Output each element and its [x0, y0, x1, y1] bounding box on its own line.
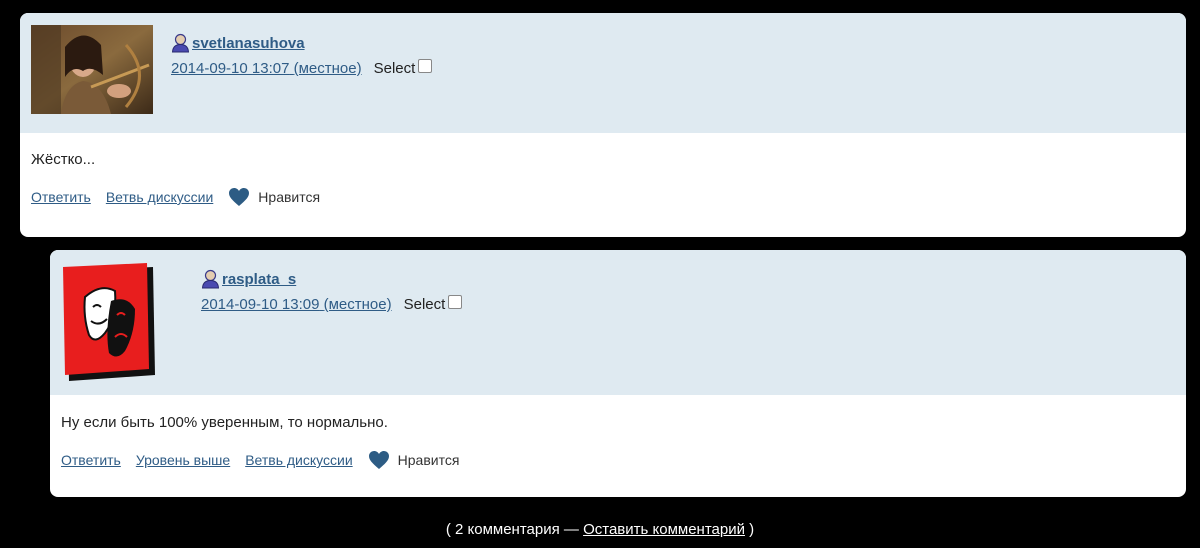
comment-card: rasplata_s 2014-09-10 13:09 (местное) Se… — [50, 250, 1186, 497]
reply-link[interactable]: Ответить — [31, 189, 91, 205]
comment-header: svetlanasuhova 2014-09-10 13:07 (местное… — [20, 13, 1186, 133]
like-label[interactable]: Нравится — [398, 452, 460, 468]
select-label: Select — [373, 60, 416, 77]
heart-icon[interactable] — [228, 187, 250, 207]
comments-footer: ( 2 комментария — Оставить комментарий ) — [0, 521, 1200, 538]
select-checkbox[interactable] — [448, 294, 463, 309]
comment-card: svetlanasuhova 2014-09-10 13:07 (местное… — [20, 13, 1186, 237]
footer-count: ( 2 комментария — — [445, 521, 584, 538]
date-line: 2014-09-10 13:09 (местное) Select — [201, 294, 463, 313]
thread-link[interactable]: Ветвь дискуссии — [106, 189, 213, 205]
theater-masks-icon — [61, 261, 159, 382]
comment-header: rasplata_s 2014-09-10 13:09 (местное) Se… — [50, 250, 1186, 395]
date-link[interactable]: 2014-09-10 13:09 (местное) — [201, 296, 392, 313]
comment-meta: svetlanasuhova 2014-09-10 13:07 (местное… — [171, 32, 433, 77]
avatar[interactable] — [31, 25, 153, 114]
comment-actions: Ответить Уровень выше Ветвь дискуссии Нр… — [61, 450, 459, 470]
username-link[interactable]: rasplata_s — [222, 271, 296, 288]
comment-text: Жёстко... — [31, 151, 96, 168]
reply-link[interactable]: Ответить — [61, 452, 121, 468]
date-zone: (местное) — [293, 60, 362, 77]
date-line: 2014-09-10 13:07 (местное) Select — [171, 58, 433, 77]
comment-text: Ну если быть 100% уверенным, то нормальн… — [61, 414, 388, 431]
username-link[interactable]: svetlanasuhova — [192, 35, 305, 52]
leave-comment-link[interactable]: Оставить комментарий — [583, 521, 745, 538]
thread-link[interactable]: Ветвь дискуссии — [245, 452, 352, 468]
user-line: rasplata_s — [201, 268, 462, 290]
heart-icon[interactable] — [368, 450, 390, 470]
portrait-photo-icon — [31, 25, 153, 114]
footer-close: ) — [744, 521, 755, 538]
comment-meta: rasplata_s 2014-09-10 13:09 (местное) Se… — [201, 268, 463, 313]
parent-link[interactable]: Уровень выше — [136, 452, 230, 468]
date-text: 2014-09-10 13:09 — [201, 296, 320, 313]
like-label[interactable]: Нравится — [258, 189, 320, 205]
date-text: 2014-09-10 13:07 — [171, 60, 290, 77]
select-checkbox[interactable] — [418, 58, 433, 73]
avatar[interactable] — [61, 261, 159, 382]
user-icon — [171, 33, 190, 53]
user-line: svetlanasuhova — [171, 32, 432, 54]
select-label: Select — [403, 296, 446, 313]
date-zone: (местное) — [323, 296, 392, 313]
comment-actions: Ответить Ветвь дискуссии Нравится — [31, 187, 320, 207]
user-icon — [201, 269, 220, 289]
date-link[interactable]: 2014-09-10 13:07 (местное) — [171, 60, 362, 77]
